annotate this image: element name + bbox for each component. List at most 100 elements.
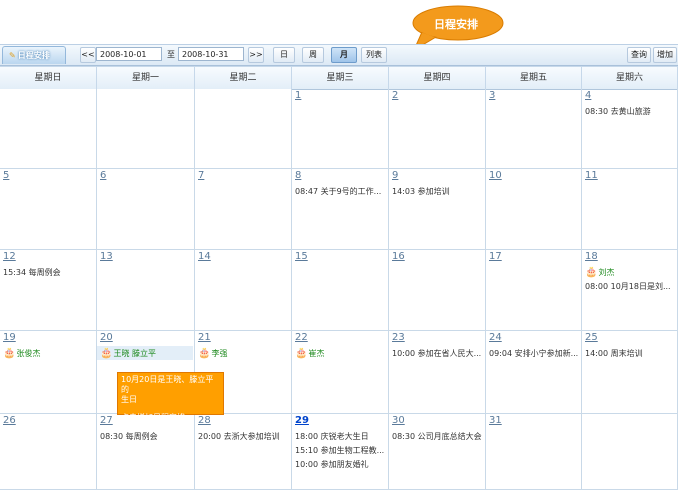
day-cell[interactable]: 1: [292, 89, 389, 169]
day-number[interactable]: 10: [489, 170, 502, 181]
day-cell[interactable]: 27 08:30 每周例会: [97, 414, 195, 490]
day-number[interactable]: 15: [295, 251, 308, 262]
schedule-tab[interactable]: ✎ 日程安排: [2, 46, 66, 64]
day-number[interactable]: 9: [392, 170, 398, 181]
day-number[interactable]: 31: [489, 415, 502, 426]
view-week-button[interactable]: 周: [302, 47, 324, 63]
day-cell[interactable]: 5: [0, 169, 97, 250]
day-number[interactable]: 4: [585, 90, 591, 101]
birthday-name: 崔杰: [308, 349, 325, 358]
day-cell[interactable]: [195, 89, 292, 169]
day-number[interactable]: 8: [295, 170, 301, 181]
day-cell[interactable]: 11: [582, 169, 678, 250]
birthday-name: 张俊杰: [16, 349, 41, 358]
day-number[interactable]: 19: [3, 332, 16, 343]
day-number[interactable]: 29: [295, 415, 309, 426]
add-schedule-link[interactable]: 点击增加日程安排: [121, 413, 220, 423]
event-entry[interactable]: 14:00 周末培训: [585, 348, 675, 359]
weekday-header-cell: 星期四: [389, 67, 486, 89]
day-cell[interactable]: 29 18:00 庆锐老大生日 15:10 参加生物工程教... 10:00 参加朋友…: [292, 414, 389, 490]
day-cell[interactable]: 31: [486, 414, 582, 490]
day-number[interactable]: 6: [100, 170, 106, 181]
day-number[interactable]: 7: [198, 170, 204, 181]
day-number[interactable]: 13: [100, 251, 113, 262]
day-cell[interactable]: 9 14:03 参加培训: [389, 169, 486, 250]
popup-line1: 10月20日是王晓、滕立平的: [121, 375, 214, 394]
day-number[interactable]: 27: [100, 415, 113, 426]
day-cell[interactable]: 22 🎂崔杰: [292, 331, 389, 414]
day-number[interactable]: 3: [489, 90, 495, 101]
day-number[interactable]: 1: [295, 90, 301, 101]
event-entry[interactable]: 08:00 10月18日是刘...: [585, 281, 675, 292]
birthday-popup[interactable]: 10月20日是王晓、滕立平的 生日 点击增加日程安排: [117, 372, 224, 422]
day-number[interactable]: 16: [392, 251, 405, 262]
day-cell[interactable]: 25 14:00 周末培训: [582, 331, 678, 414]
add-button[interactable]: 增加: [653, 47, 677, 63]
day-cell[interactable]: 26: [0, 414, 97, 490]
birthday-entry[interactable]: 🎂崔杰: [295, 348, 324, 359]
event-entry[interactable]: 08:30 公司月底总结大会: [392, 431, 482, 442]
day-cell[interactable]: 16: [389, 250, 486, 331]
birthday-entry[interactable]: 🎂张俊杰: [3, 348, 40, 359]
day-cell[interactable]: 24 09:04 安排小宁参加新...: [486, 331, 582, 414]
event-entry[interactable]: 08:30 去黄山旅游: [585, 106, 675, 117]
event-entry[interactable]: 14:03 参加培训: [392, 186, 482, 197]
view-day-button[interactable]: 日: [273, 47, 295, 63]
day-number[interactable]: 17: [489, 251, 502, 262]
calendar-toolbar: ✎ 日程安排 << 2008-10-01 至 2008-10-31 >> 日 周 …: [0, 44, 678, 66]
birthday-entry[interactable]: 🎂刘杰: [585, 267, 614, 278]
next-range-button[interactable]: >>: [248, 47, 264, 63]
day-number[interactable]: 21: [198, 332, 211, 343]
start-date-input[interactable]: 2008-10-01: [96, 47, 162, 61]
day-cell[interactable]: [0, 89, 97, 169]
day-cell[interactable]: 8 08:47 关于9号的工作...: [292, 169, 389, 250]
day-number[interactable]: 26: [3, 415, 16, 426]
day-cell[interactable]: 14: [195, 250, 292, 331]
event-entry[interactable]: 15:10 参加生物工程教...: [295, 445, 385, 456]
day-number[interactable]: 23: [392, 332, 405, 343]
day-cell[interactable]: 4 08:30 去黄山旅游: [582, 89, 678, 169]
day-cell[interactable]: 12 15:34 每周例会: [0, 250, 97, 331]
birthday-entry[interactable]: 🎂李强: [198, 348, 227, 359]
day-number[interactable]: 25: [585, 332, 598, 343]
query-button[interactable]: 查询: [627, 47, 651, 63]
day-cell[interactable]: 17: [486, 250, 582, 331]
day-number[interactable]: 11: [585, 170, 598, 181]
day-cell[interactable]: 19 🎂张俊杰: [0, 331, 97, 414]
day-cell[interactable]: 18 🎂刘杰 08:00 10月18日是刘...: [582, 250, 678, 331]
view-list-button[interactable]: 列表: [361, 47, 387, 63]
event-entry[interactable]: 15:34 每周例会: [3, 267, 93, 278]
event-entry[interactable]: 08:47 关于9号的工作...: [295, 186, 385, 197]
event-entry[interactable]: 09:04 安排小宁参加新...: [489, 348, 579, 359]
day-number[interactable]: 22: [295, 332, 308, 343]
birthday-entry[interactable]: 🎂王晓 滕立平: [100, 348, 156, 359]
event-entry[interactable]: 08:30 每周例会: [100, 431, 190, 442]
day-number[interactable]: 18: [585, 251, 598, 262]
prev-range-button[interactable]: <<: [80, 47, 96, 63]
day-cell[interactable]: 13: [97, 250, 195, 331]
event-entry[interactable]: 10:00 参加朋友婚礼: [295, 459, 385, 470]
day-number[interactable]: 20: [100, 332, 113, 343]
end-date-input[interactable]: 2008-10-31: [178, 47, 244, 61]
day-number[interactable]: 5: [3, 170, 9, 181]
day-cell[interactable]: 10: [486, 169, 582, 250]
view-month-button[interactable]: 月: [331, 47, 357, 63]
day-cell[interactable]: 6: [97, 169, 195, 250]
event-entry[interactable]: 20:00 去浙大参加培训: [198, 431, 288, 442]
day-number[interactable]: 14: [198, 251, 211, 262]
day-number[interactable]: 30: [392, 415, 405, 426]
day-cell[interactable]: 15: [292, 250, 389, 331]
event-entry[interactable]: 10:00 参加在省人民大...: [392, 348, 482, 359]
day-number[interactable]: 24: [489, 332, 502, 343]
event-entry[interactable]: 18:00 庆锐老大生日: [295, 431, 385, 442]
day-cell[interactable]: 3: [486, 89, 582, 169]
day-cell[interactable]: 28 20:00 去浙大参加培训: [195, 414, 292, 490]
day-cell[interactable]: 7: [195, 169, 292, 250]
day-cell[interactable]: [97, 89, 195, 169]
day-cell[interactable]: 23 10:00 参加在省人民大...: [389, 331, 486, 414]
day-number[interactable]: 12: [3, 251, 16, 262]
day-number[interactable]: 2: [392, 90, 398, 101]
day-cell[interactable]: [582, 414, 678, 490]
day-cell[interactable]: 2: [389, 89, 486, 169]
day-cell[interactable]: 30 08:30 公司月底总结大会: [389, 414, 486, 490]
